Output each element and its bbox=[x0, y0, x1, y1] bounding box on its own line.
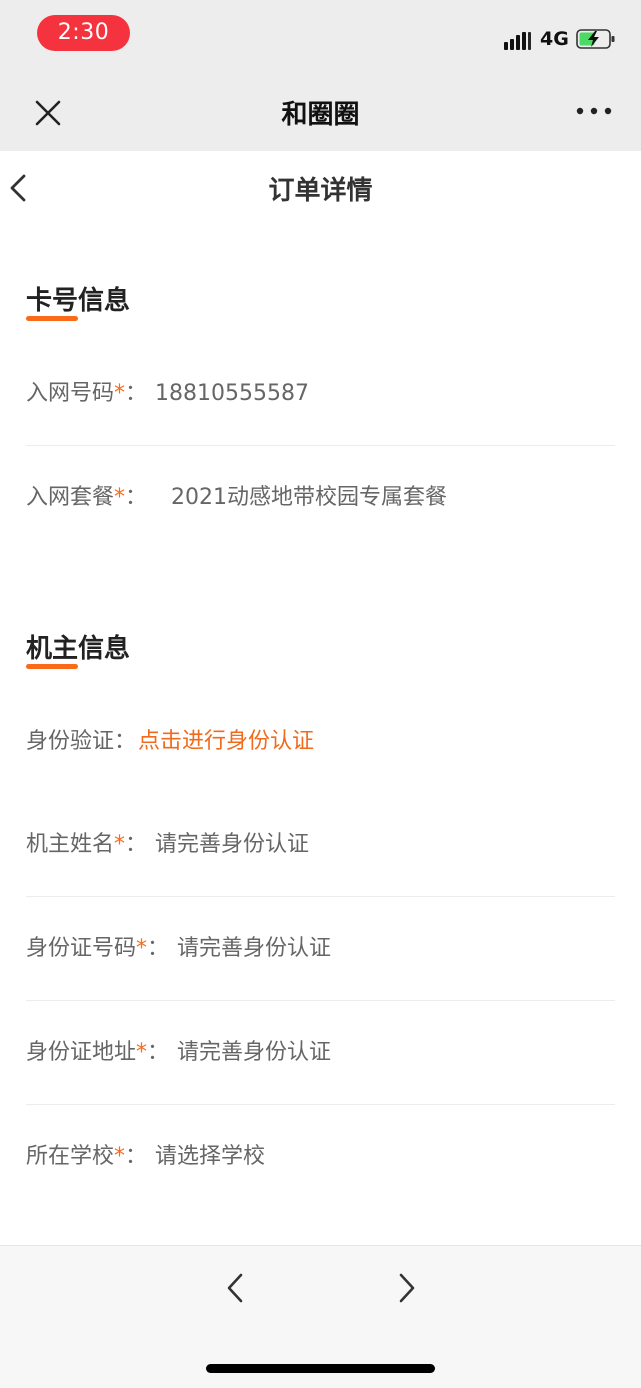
row-label: 机主姓名 bbox=[26, 832, 115, 857]
school-select[interactable]: 请选择学校 bbox=[155, 1144, 265, 1169]
row-colon: ： bbox=[147, 1040, 170, 1065]
browser-back-button[interactable] bbox=[220, 1268, 250, 1308]
owner-name-value: 请完善身份认证 bbox=[155, 832, 310, 857]
card-section-underline bbox=[26, 316, 78, 321]
top-bar: 2:30 4G 和圈圈 bbox=[0, 0, 641, 151]
row-identity-verify: 身份验证：点击进行身份认证 bbox=[26, 690, 615, 794]
browser-bottom-bar bbox=[0, 1245, 641, 1388]
id-address-value: 请完善身份认证 bbox=[177, 1040, 332, 1065]
required-star: * bbox=[136, 936, 148, 961]
row-label: 身份证地址 bbox=[26, 1040, 137, 1065]
required-star: * bbox=[114, 1144, 126, 1169]
app-title: 和圈圈 bbox=[281, 100, 360, 130]
required-star: * bbox=[114, 832, 126, 857]
row-label: 所在学校 bbox=[26, 1144, 115, 1169]
row-owner-name[interactable]: 机主姓名*： 请完善身份认证 bbox=[26, 793, 615, 897]
chevron-right-icon bbox=[399, 1273, 415, 1303]
row-colon: ： bbox=[125, 832, 148, 857]
row-colon: ： bbox=[114, 729, 137, 754]
row-colon: ： bbox=[125, 1144, 148, 1169]
card-section-title: 卡号信息 bbox=[26, 286, 131, 316]
row-id-address[interactable]: 身份证地址*： 请完善身份认证 bbox=[26, 1001, 615, 1105]
required-star: * bbox=[136, 1040, 148, 1065]
chevron-left-icon bbox=[227, 1273, 243, 1303]
row-phone-number: 入网号码*： 18810555587 bbox=[26, 342, 615, 446]
row-label: 身份证号码 bbox=[26, 936, 137, 961]
row-label: 入网套餐 bbox=[26, 485, 115, 510]
id-number-value: 请完善身份认证 bbox=[177, 936, 332, 961]
signal-icon bbox=[504, 30, 532, 50]
plan-value: 2021动感地带校园专属套餐 bbox=[171, 485, 448, 510]
status-time: 2:30 bbox=[37, 15, 130, 51]
required-star: * bbox=[114, 485, 126, 510]
row-label: 入网号码 bbox=[26, 381, 115, 406]
row-colon: ： bbox=[125, 381, 148, 406]
phone-number-value: 18810555587 bbox=[155, 381, 309, 406]
row-label: 身份验证 bbox=[26, 729, 115, 754]
row-colon: ： bbox=[125, 485, 148, 510]
battery-charging-icon bbox=[576, 29, 615, 49]
more-icon[interactable] bbox=[574, 103, 614, 119]
row-colon: ： bbox=[147, 936, 170, 961]
row-id-number[interactable]: 身份证号码*： 请完善身份认证 bbox=[26, 897, 615, 1001]
network-type: 4G bbox=[540, 28, 569, 50]
home-indicator[interactable] bbox=[206, 1364, 435, 1373]
row-school[interactable]: 所在学校*： 请选择学校 bbox=[26, 1105, 615, 1209]
browser-forward-button[interactable] bbox=[392, 1268, 422, 1308]
required-star: * bbox=[114, 381, 126, 406]
row-plan: 入网套餐*： 2021动感地带校园专属套餐 bbox=[26, 446, 615, 550]
owner-section-underline bbox=[26, 664, 78, 669]
identity-verify-link[interactable]: 点击进行身份认证 bbox=[138, 729, 314, 754]
page-title: 订单详情 bbox=[268, 176, 373, 206]
owner-section-title: 机主信息 bbox=[26, 634, 131, 664]
